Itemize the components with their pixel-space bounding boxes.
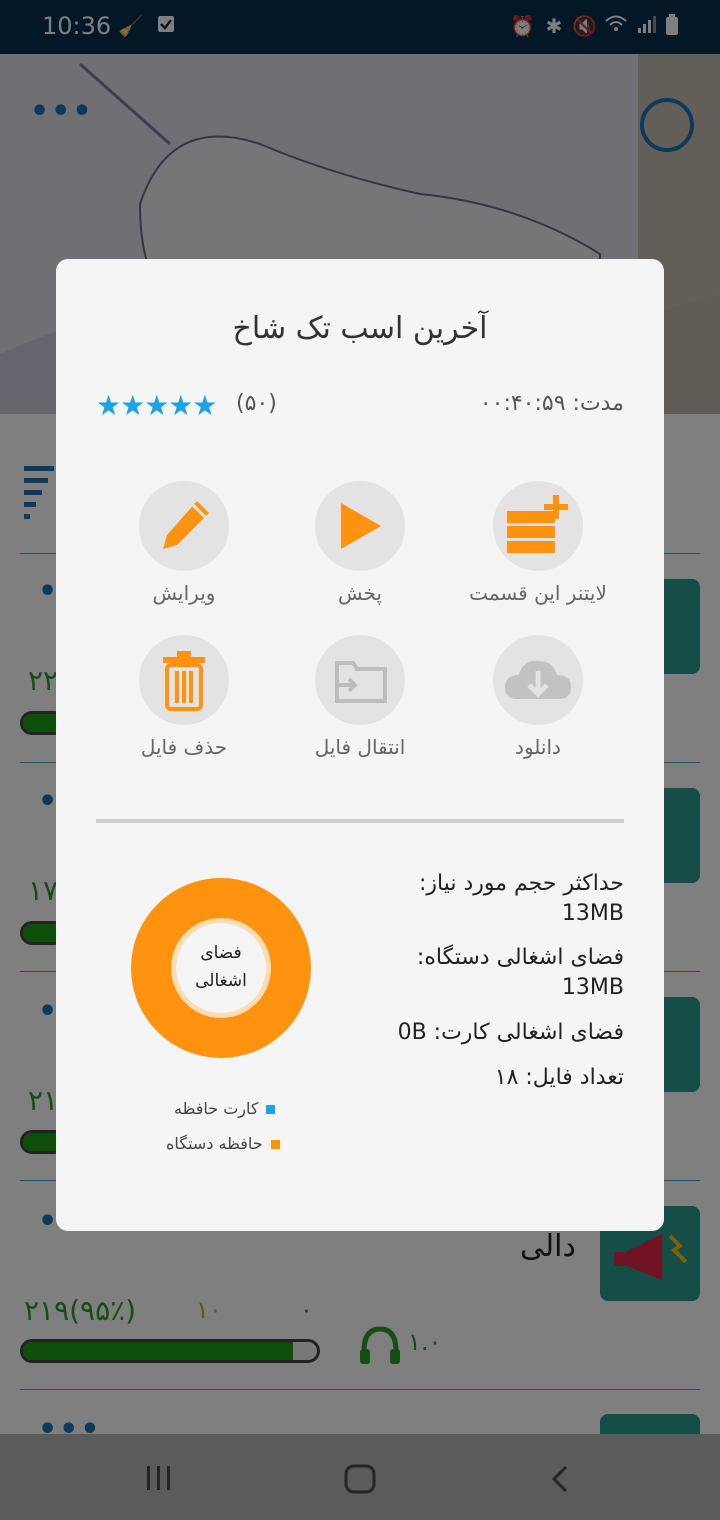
- play-label: پخش: [338, 581, 382, 605]
- play-icon: [341, 503, 381, 549]
- rating-count: (۵۰): [236, 391, 277, 416]
- episode-options-dialog: آخرین اسب تک شاخ مدت: ۰۰:۴۰:۵۹ ★★★★★ (۵۰…: [56, 259, 664, 1231]
- max-size-info: حداکثر حجم مورد نیاز: 13MB: [324, 869, 624, 929]
- download-label: دانلود: [515, 735, 561, 759]
- storage-donut-chart: فضای اشغالی: [131, 878, 311, 1058]
- cloud-download-icon: [505, 660, 571, 699]
- delete-file-button[interactable]: حذف فایل: [94, 635, 274, 759]
- leitner-label: لایتنر این قسمت: [469, 581, 607, 605]
- rating-stars: ★★★★★: [96, 389, 218, 422]
- card-used-info: فضای اشغالی کارت: 0B: [397, 1020, 624, 1045]
- device-used-value: 13MB: [561, 975, 624, 1000]
- pencil-icon: [163, 501, 209, 549]
- device-used-info: فضای اشغالی دستگاه: 13MB: [324, 943, 624, 1003]
- move-file-label: انتقال فایل: [314, 735, 406, 759]
- donut-center-label-2: اشغالی: [195, 971, 247, 991]
- duration-label: مدت: ۰۰:۴۰:۵۹: [479, 391, 624, 416]
- edit-label: ویرایش: [152, 581, 216, 605]
- leitner-add-icon: [507, 495, 568, 553]
- move-file-button[interactable]: انتقال فایل: [270, 635, 450, 759]
- download-button[interactable]: دانلود: [448, 635, 628, 759]
- legend-card: کارت حافظه: [174, 1099, 276, 1118]
- max-size-value: 13MB: [561, 901, 624, 926]
- delete-file-label: حذف فایل: [140, 735, 228, 759]
- legend-swatch-card: [266, 1105, 276, 1114]
- dialog-divider: [96, 819, 624, 823]
- device-used-label: فضای اشغالی دستگاه:: [416, 945, 624, 970]
- legend-label-device: حافظه دستگاه: [166, 1134, 263, 1153]
- leitner-button[interactable]: لایتنر این قسمت: [448, 481, 628, 605]
- legend-device: حافظه دستگاه: [166, 1134, 280, 1153]
- max-size-label: حداکثر حجم مورد نیاز:: [418, 871, 624, 896]
- donut-center-label-1: فضای: [200, 943, 241, 963]
- nav-bar-dim: [0, 1434, 720, 1520]
- play-button[interactable]: پخش: [270, 481, 450, 605]
- file-count-info: تعداد فایل: ۱۸: [494, 1065, 624, 1090]
- trash-icon: [163, 651, 205, 711]
- dialog-title: آخرین اسب تک شاخ: [232, 311, 488, 346]
- folder-move-icon: [335, 661, 387, 703]
- legend-label-card: کارت حافظه: [174, 1099, 259, 1118]
- legend-swatch-device: [270, 1140, 280, 1149]
- edit-button[interactable]: ویرایش: [94, 481, 274, 605]
